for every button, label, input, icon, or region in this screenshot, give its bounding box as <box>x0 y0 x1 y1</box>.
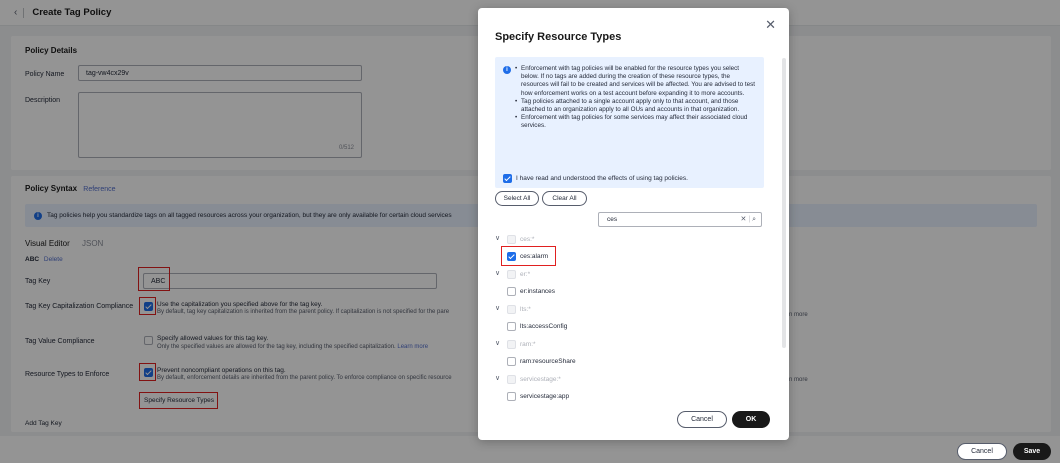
tree-group-label: ram:* <box>520 341 536 348</box>
specify-resource-types-dialog: Specify Resource Types ✕ i Enforcement w… <box>478 8 789 440</box>
page-cancel-button[interactable]: Cancel <box>957 443 1007 460</box>
notice-item: Tag policies attached to a single accoun… <box>515 98 758 114</box>
dialog-cancel-button[interactable]: Cancel <box>677 411 727 428</box>
clear-all-button[interactable]: Clear All <box>542 191 587 206</box>
tree-item-label[interactable]: lts:accessConfig <box>520 323 567 330</box>
search-icon[interactable]: ⌕ <box>752 216 756 223</box>
tree-item-checkbox[interactable] <box>507 357 516 366</box>
tree-item-label[interactable]: er:instances <box>520 288 555 295</box>
acknowledge-checkbox[interactable] <box>503 174 512 183</box>
notice-item: Enforcement with tag policies for some s… <box>515 114 758 130</box>
group-checkbox <box>507 270 516 279</box>
tree-group-label: servicestage:* <box>520 376 561 383</box>
dialog-title: Specify Resource Types <box>495 31 622 43</box>
info-icon: i <box>503 66 511 74</box>
clear-icon[interactable]: ✕ <box>740 216 746 223</box>
group-checkbox <box>507 235 516 244</box>
chevron-down-icon[interactable]: ∨ <box>495 339 500 347</box>
resource-search-input[interactable]: ces ✕ | ⌕ <box>598 212 762 227</box>
group-checkbox <box>507 305 516 314</box>
dialog-scrollbar[interactable] <box>782 58 786 348</box>
dialog-ok-button[interactable]: OK <box>732 411 770 428</box>
tree-item-checkbox[interactable] <box>507 322 516 331</box>
tree-group-label: ces:* <box>520 236 535 243</box>
chevron-down-icon[interactable]: ∨ <box>495 304 500 312</box>
tree-item-checkbox[interactable] <box>507 392 516 401</box>
chevron-down-icon[interactable]: ∨ <box>495 269 500 277</box>
notice-item: Enforcement with tag policies will be en… <box>515 65 758 98</box>
tree-item-checkbox[interactable] <box>507 287 516 296</box>
tree-item-label[interactable]: servicestage:app <box>520 393 569 400</box>
page-save-button[interactable]: Save <box>1013 443 1051 460</box>
select-all-button[interactable]: Select All <box>495 191 539 206</box>
search-tools: ✕ | ⌕ <box>740 216 756 223</box>
notice-list: Enforcement with tag policies will be en… <box>515 65 758 131</box>
close-icon[interactable]: ✕ <box>765 17 776 33</box>
highlight-box <box>501 246 556 266</box>
acknowledge-text: I have read and understood the effects o… <box>516 175 688 182</box>
search-value: ces <box>607 216 618 223</box>
tree-group-label: er:* <box>520 271 531 278</box>
group-checkbox <box>507 375 516 384</box>
chevron-down-icon[interactable]: ∨ <box>495 234 500 242</box>
chevron-down-icon[interactable]: ∨ <box>495 374 500 382</box>
tree-item-label[interactable]: ram:resourceShare <box>520 358 576 365</box>
notice-box: i Enforcement with tag policies will be … <box>495 57 764 188</box>
group-checkbox <box>507 340 516 349</box>
tree-group-label: lts:* <box>520 306 531 313</box>
